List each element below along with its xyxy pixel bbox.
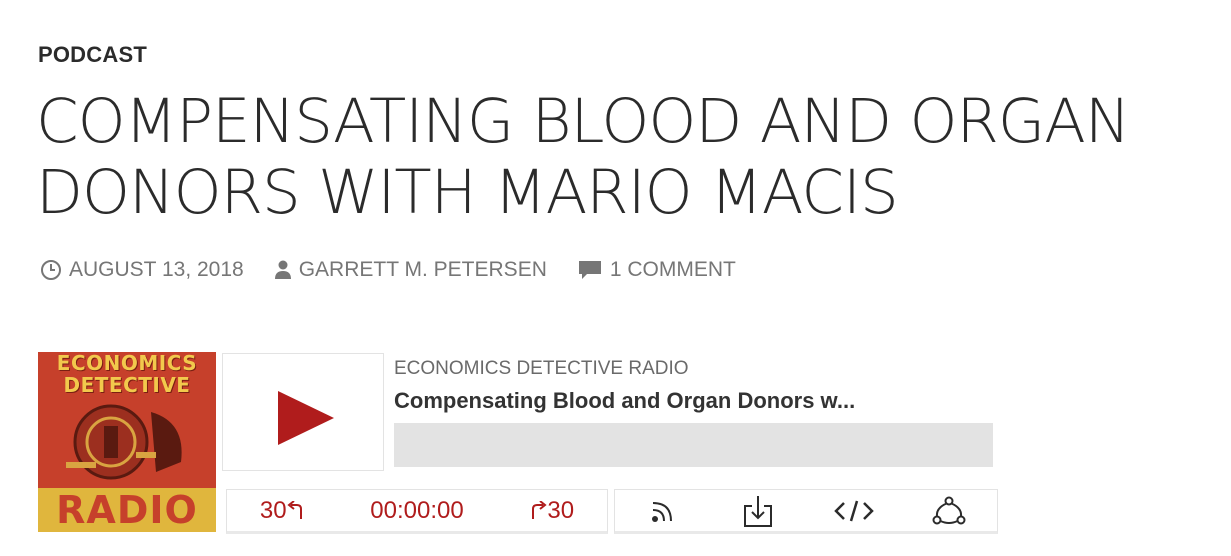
podcast-player: ECONOMICS DETECTIVE RADIO ECONOMICS DETE… [38, 352, 998, 534]
post-date-label: AUGUST 13, 2018 [69, 258, 244, 281]
progress-bar[interactable] [394, 423, 993, 467]
share-icon [932, 496, 966, 524]
episode-title[interactable]: Compensating Blood and Organ Donors w... [394, 388, 855, 414]
cover-title-top: ECONOMICS DETECTIVE [56, 352, 198, 397]
download-button[interactable] [738, 491, 778, 531]
playback-controls: 30 00:00:00 30 [226, 489, 608, 534]
player-actions [614, 489, 998, 534]
embed-button[interactable] [833, 491, 874, 531]
post-author-label: GARRETT M. PETERSEN [298, 258, 547, 281]
play-button[interactable] [222, 353, 384, 471]
embed-icon [833, 500, 874, 521]
rewind-30-button[interactable]: 30 [260, 497, 305, 525]
podcast-cover-art: ECONOMICS DETECTIVE RADIO [38, 352, 216, 532]
post-title: COMPENSATING BLOOD AND ORGAN DONORS WITH… [36, 86, 1130, 228]
share-button[interactable] [929, 491, 969, 531]
cover-collage-graphic [66, 404, 182, 480]
rss-icon [651, 501, 672, 522]
post-meta: AUGUST 13, 2018 GARRETT M. PETERSEN 1 CO… [40, 258, 766, 282]
cover-title-bottom: RADIO [38, 488, 216, 532]
clock-icon [41, 260, 61, 280]
rewind-arrow-icon [286, 500, 302, 519]
rewind-30-label: 30 [259, 496, 287, 524]
show-name[interactable]: ECONOMICS DETECTIVE RADIO [394, 358, 689, 380]
post-date[interactable]: AUGUST 13, 2018 [40, 258, 244, 282]
post-author[interactable]: GARRETT M. PETERSEN [274, 258, 547, 282]
play-icon [278, 391, 334, 445]
user-icon [274, 260, 291, 279]
post-comments[interactable]: 1 COMMENT [577, 258, 736, 282]
post-comments-label: 1 COMMENT [609, 258, 736, 281]
comment-icon [578, 261, 601, 279]
download-icon [744, 495, 773, 527]
subscribe-button[interactable] [643, 491, 683, 531]
forward-30-label: 30 [547, 496, 575, 524]
forward-30-button[interactable]: 30 [529, 497, 574, 525]
time-display: 00:00:00 [370, 496, 464, 524]
post-category[interactable]: PODCAST [38, 42, 147, 68]
forward-arrow-icon [532, 500, 548, 519]
